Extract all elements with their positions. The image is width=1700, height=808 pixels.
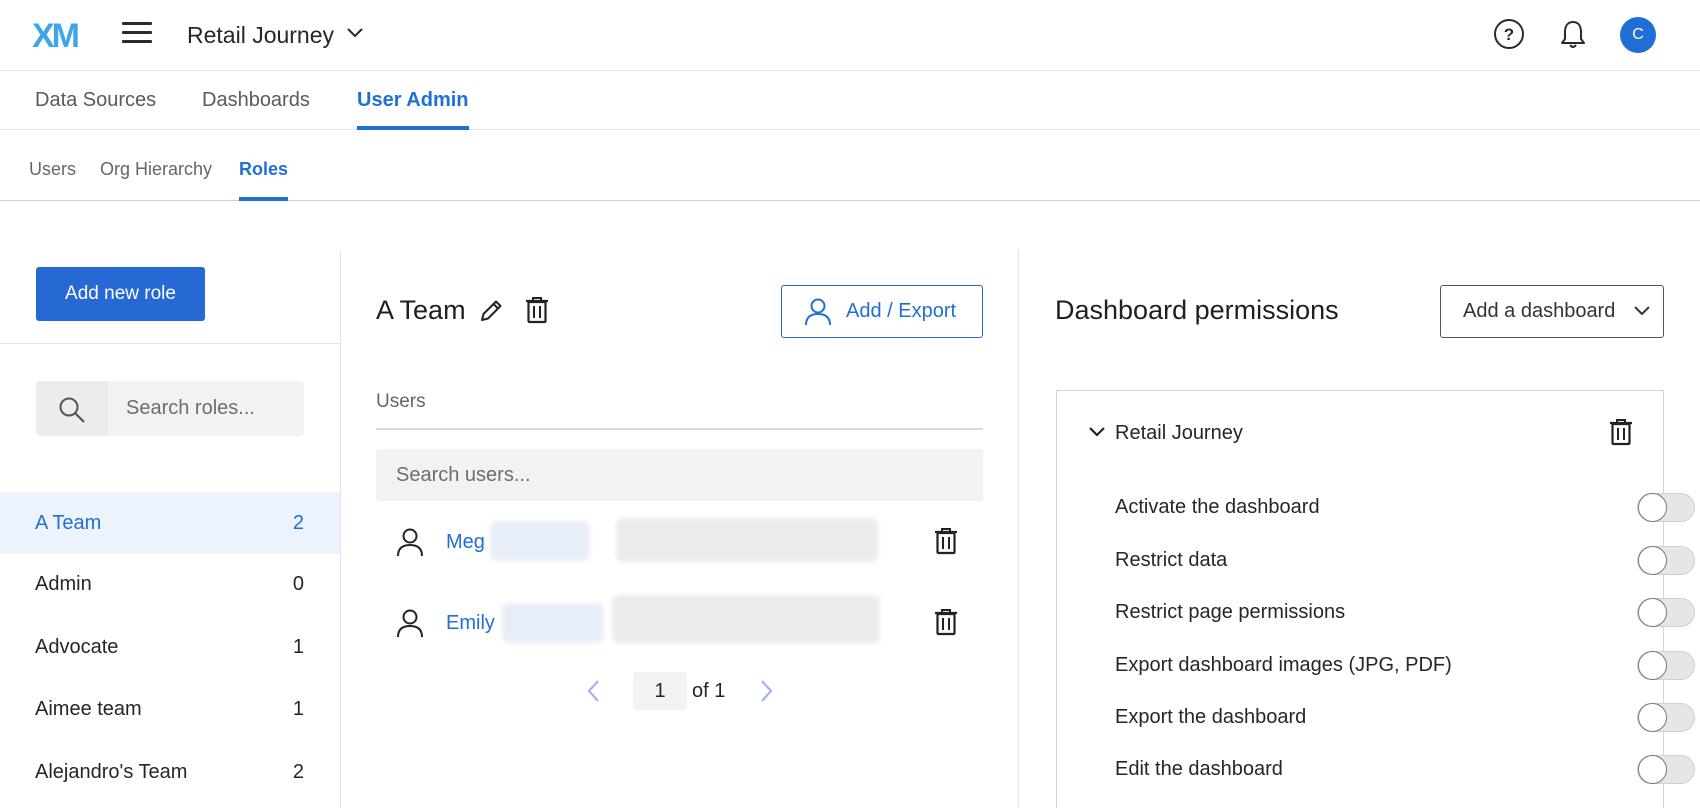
- role-user-count: 1: [292, 636, 304, 658]
- tab-roles[interactable]: Roles: [239, 130, 289, 201]
- help-icon[interactable]: ?: [1493, 18, 1525, 50]
- search-users-input[interactable]: [376, 449, 983, 501]
- bell-icon[interactable]: [1558, 18, 1588, 50]
- role-user-count: 2: [292, 512, 304, 534]
- role-user-count: 0: [292, 573, 304, 595]
- redacted-email: [612, 595, 880, 643]
- add-export-button[interactable]: Add / Export: [781, 285, 983, 338]
- top-bar: XM Retail Journey ? C: [0, 0, 1700, 71]
- toggle-knob: [1638, 598, 1667, 627]
- user-icon: [805, 298, 831, 326]
- permission-label: Export dashboard images (JPG, PDF): [1115, 654, 1452, 676]
- permission-toggle[interactable]: [1637, 546, 1695, 575]
- project-selector[interactable]: Retail Journey: [187, 20, 334, 50]
- toggle-knob: [1638, 493, 1667, 522]
- permission-row: Restrict data: [1115, 540, 1695, 580]
- page-number-input[interactable]: 1: [633, 672, 687, 710]
- users-section-label: Users: [376, 391, 426, 412]
- secondary-tabs: Users Org Hierarchy Roles: [0, 130, 1700, 201]
- role-search: [36, 381, 304, 436]
- page-count: of 1: [692, 680, 726, 702]
- permission-row: Export the dashboard: [1115, 697, 1695, 737]
- role-name: Alejandro's Team: [35, 761, 188, 783]
- permission-row: Export dashboard images (JPG, PDF): [1115, 645, 1695, 685]
- hamburger-icon[interactable]: [122, 22, 152, 46]
- permission-label: Export the dashboard: [1115, 706, 1307, 728]
- toggle-knob: [1638, 651, 1667, 680]
- tab-data-sources[interactable]: Data Sources: [35, 71, 156, 130]
- chevron-down-icon[interactable]: [1088, 425, 1106, 439]
- trash-icon[interactable]: [934, 527, 958, 555]
- chevron-down-icon: [1634, 306, 1650, 316]
- toggle-knob: [1638, 546, 1667, 575]
- permission-row: Edit the dashboard: [1115, 749, 1695, 789]
- trash-icon[interactable]: [1609, 418, 1633, 446]
- dashboard-name: Retail Journey: [1115, 422, 1243, 444]
- permission-label: Restrict page permissions: [1115, 601, 1346, 623]
- toggle-knob: [1638, 703, 1667, 732]
- search-icon-cell: [36, 381, 108, 436]
- toggle-knob: [1638, 755, 1667, 784]
- divider: [376, 428, 983, 430]
- user-row: Meg: [376, 512, 983, 572]
- permission-label: Edit the dashboard: [1115, 758, 1283, 780]
- redacted-surname: [502, 603, 604, 643]
- divider: [0, 343, 340, 344]
- role-user-count: 1: [292, 698, 304, 720]
- role-item[interactable]: Advocate 1: [0, 616, 340, 678]
- role-item[interactable]: Admin 0: [0, 553, 340, 615]
- permission-row: Activate the dashboard: [1115, 487, 1695, 527]
- user-name-link[interactable]: Meg: [446, 512, 485, 572]
- permission-toggle[interactable]: [1637, 493, 1695, 522]
- role-item[interactable]: Alejandro's Team 2: [0, 741, 340, 803]
- trash-icon[interactable]: [934, 608, 958, 636]
- user-icon: [397, 609, 423, 638]
- permission-label: Activate the dashboard: [1115, 496, 1320, 518]
- trash-icon[interactable]: [525, 296, 549, 324]
- add-dashboard-dropdown[interactable]: Add a dashboard: [1440, 285, 1664, 338]
- add-export-label: Add / Export: [846, 300, 957, 322]
- chevron-down-icon[interactable]: [346, 24, 364, 42]
- user-icon: [397, 528, 423, 557]
- chevron-right-icon[interactable]: [757, 679, 775, 703]
- svg-text:?: ?: [1504, 25, 1514, 44]
- search-roles-input[interactable]: [108, 381, 304, 436]
- pencil-icon[interactable]: [478, 298, 504, 324]
- redacted-email: [616, 518, 878, 562]
- permission-toggle[interactable]: [1637, 598, 1695, 627]
- add-new-role-button[interactable]: Add new role: [36, 267, 205, 321]
- search-icon: [59, 397, 85, 423]
- permission-label: Restrict data: [1115, 549, 1228, 571]
- redacted-surname: [490, 521, 590, 561]
- tab-org-hierarchy[interactable]: Org Hierarchy: [100, 130, 212, 201]
- role-name: Admin: [35, 573, 92, 595]
- column-divider: [340, 250, 341, 808]
- primary-tabs: Data Sources Dashboards User Admin: [0, 71, 1700, 130]
- permission-toggle[interactable]: [1637, 651, 1695, 680]
- permission-row: Restrict page permissions: [1115, 592, 1695, 632]
- role-item[interactable]: A Team 2: [0, 492, 340, 554]
- role-user-count: 2: [292, 761, 304, 783]
- dashboard-permission-card: Retail Journey Activate the dashboard Re…: [1056, 390, 1695, 808]
- role-name: A Team: [35, 512, 102, 534]
- add-dashboard-label: Add a dashboard: [1463, 300, 1616, 322]
- chevron-left-icon[interactable]: [585, 679, 603, 703]
- role-name: Aimee team: [35, 698, 142, 720]
- role-name: Advocate: [35, 636, 119, 658]
- xm-logo[interactable]: XM: [32, 18, 80, 54]
- tab-users[interactable]: Users: [29, 130, 76, 201]
- user-row: Emily: [376, 593, 983, 653]
- column-divider: [1018, 250, 1019, 808]
- dashboard-permissions-title: Dashboard permissions: [1055, 295, 1339, 325]
- role-title: A Team: [376, 295, 466, 325]
- permission-toggle[interactable]: [1637, 703, 1695, 732]
- tab-dashboards[interactable]: Dashboards: [202, 71, 310, 130]
- tab-user-admin[interactable]: User Admin: [357, 71, 469, 130]
- role-item[interactable]: Aimee team 1: [0, 678, 340, 740]
- avatar[interactable]: C: [1620, 17, 1656, 53]
- user-name-link[interactable]: Emily: [446, 593, 495, 653]
- permission-toggle[interactable]: [1637, 755, 1695, 784]
